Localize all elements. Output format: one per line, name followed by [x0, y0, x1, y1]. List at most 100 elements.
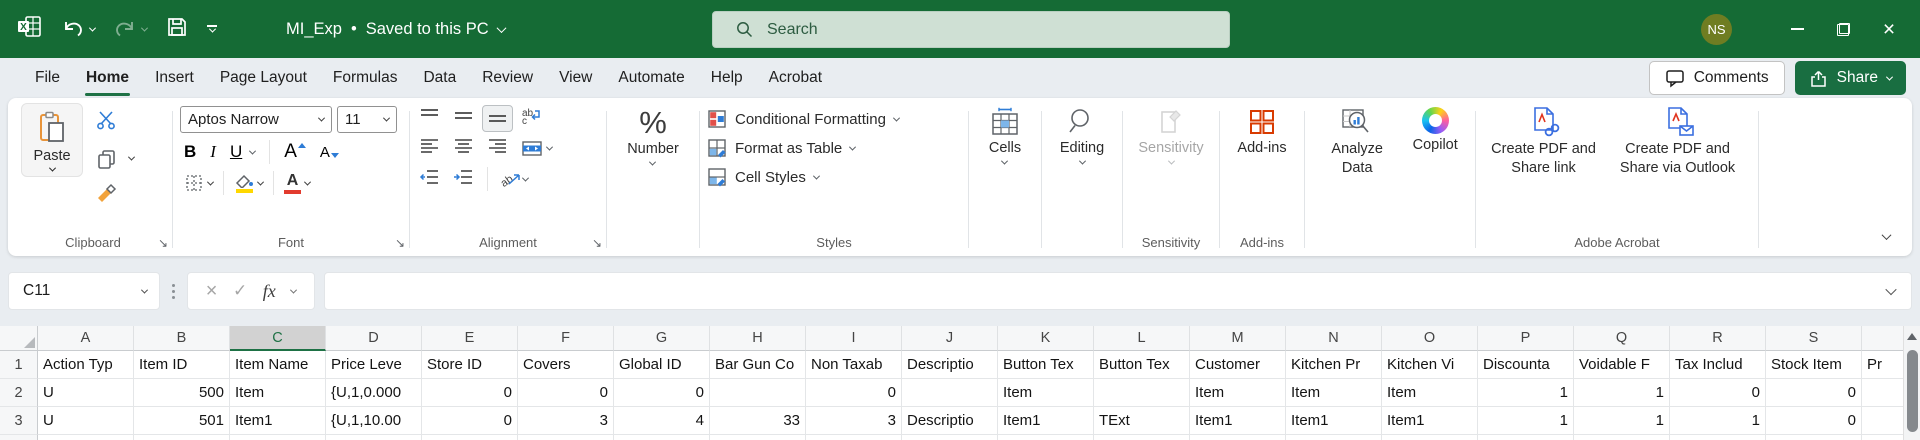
cell-I[interactable] [806, 435, 902, 440]
underline-dropdown-icon[interactable] [249, 147, 256, 154]
share-button[interactable]: Share [1795, 61, 1906, 95]
cell-L2[interactable] [1094, 379, 1190, 407]
tab-review[interactable]: Review [469, 58, 546, 98]
tab-formulas[interactable]: Formulas [320, 58, 411, 98]
cell-B[interactable] [134, 435, 230, 440]
cell-C[interactable] [230, 435, 326, 440]
cell-L3[interactable]: TExt [1094, 407, 1190, 435]
cell-L1[interactable]: Button Tex [1094, 351, 1190, 379]
save-button[interactable] [165, 15, 189, 44]
avatar[interactable]: NS [1701, 14, 1732, 45]
expand-formula-bar-icon[interactable] [1885, 284, 1896, 295]
cell-F[interactable] [518, 435, 614, 440]
cell-N[interactable] [1286, 435, 1382, 440]
column-header-J[interactable]: J [902, 326, 998, 351]
tab-home[interactable]: Home [73, 58, 142, 98]
cell-I1[interactable]: Non Taxab [806, 351, 902, 379]
cell-J1[interactable]: Descriptio [902, 351, 998, 379]
cell-Q2[interactable]: 1 [1574, 379, 1670, 407]
cell-M[interactable] [1190, 435, 1286, 440]
cell-D2[interactable]: {U,1,0.000 [326, 379, 422, 407]
align-top-button[interactable] [419, 108, 440, 129]
create-pdf-share-link-button[interactable]: Create PDF and Share link [1483, 103, 1604, 178]
row-header-2[interactable]: 2 [0, 379, 38, 407]
tab-view[interactable]: View [546, 58, 605, 98]
cell-M1[interactable]: Customer [1190, 351, 1286, 379]
column-header-H[interactable]: H [710, 326, 806, 351]
cell-G3[interactable]: 4 [614, 407, 710, 435]
cell-P3[interactable]: 1 [1478, 407, 1574, 435]
analyze-data-button[interactable]: Analyze Data [1322, 103, 1392, 178]
name-box-resize-handle[interactable] [172, 290, 175, 293]
cell-G1[interactable]: Global ID [614, 351, 710, 379]
column-header-N[interactable]: N [1286, 326, 1382, 351]
column-header-G[interactable]: G [614, 326, 710, 351]
font-size-select[interactable]: 11 [337, 106, 397, 133]
column-header-Q[interactable]: Q [1574, 326, 1670, 351]
column-header-K[interactable]: K [998, 326, 1094, 351]
alignment-dialog-launcher-icon[interactable]: ↘ [592, 237, 602, 249]
conditional-formatting-button[interactable]: Conditional Formatting [707, 109, 899, 129]
cell-P[interactable] [1478, 435, 1574, 440]
undo-button[interactable] [61, 17, 95, 41]
restore-button[interactable] [1820, 0, 1866, 58]
tab-help[interactable]: Help [698, 58, 756, 98]
copilot-button[interactable]: Copilot [1413, 103, 1458, 153]
row-header-partial[interactable] [0, 435, 38, 440]
comments-button[interactable]: Comments [1649, 61, 1785, 95]
cell-styles-button[interactable]: Cell Styles [707, 167, 899, 187]
format-painter-button[interactable] [95, 181, 134, 209]
align-left-button[interactable] [419, 138, 440, 159]
cell-I2[interactable]: 0 [806, 379, 902, 407]
cell-G2[interactable]: 0 [614, 379, 710, 407]
font-color-button[interactable]: A [284, 173, 310, 194]
align-middle-button[interactable] [453, 108, 474, 129]
formula-input[interactable] [324, 272, 1912, 310]
cell-C3[interactable]: Item1 [230, 407, 326, 435]
cell-E3[interactable]: 0 [422, 407, 518, 435]
create-pdf-share-outlook-button[interactable]: Create PDF and Share via Outlook [1604, 103, 1751, 178]
column-header-L[interactable]: L [1094, 326, 1190, 351]
enter-icon[interactable]: ✓ [233, 281, 247, 301]
cell-P1[interactable]: Discounta [1478, 351, 1574, 379]
cell-Q[interactable] [1574, 435, 1670, 440]
minimize-button[interactable] [1774, 0, 1820, 58]
column-header-E[interactable]: E [422, 326, 518, 351]
column-header-B[interactable]: B [134, 326, 230, 351]
tab-acrobat[interactable]: Acrobat [756, 58, 835, 98]
cell-S3[interactable]: 0 [1766, 407, 1862, 435]
cell-C2[interactable]: Item [230, 379, 326, 407]
cell-E1[interactable]: Store ID [422, 351, 518, 379]
font-dialog-launcher-icon[interactable]: ↘ [395, 237, 405, 249]
cell-N1[interactable]: Kitchen Pr [1286, 351, 1382, 379]
search-input[interactable]: Search [712, 11, 1230, 48]
cell-R2[interactable]: 0 [1670, 379, 1766, 407]
format-as-table-button[interactable]: Format as Table [707, 138, 899, 158]
cell-G[interactable] [614, 435, 710, 440]
align-right-button[interactable] [487, 138, 508, 159]
tab-data[interactable]: Data [410, 58, 469, 98]
select-all-corner[interactable] [0, 326, 38, 351]
collapse-ribbon-icon[interactable] [1882, 230, 1892, 240]
cell-H3[interactable]: 33 [710, 407, 806, 435]
cell-N2[interactable]: Item [1286, 379, 1382, 407]
redo-button[interactable] [113, 17, 147, 41]
title-dropdown-icon[interactable] [496, 23, 506, 33]
tab-automate[interactable]: Automate [605, 58, 697, 98]
cell-D1[interactable]: Price Leve [326, 351, 422, 379]
cell-K3[interactable]: Item1 [998, 407, 1094, 435]
cell-B1[interactable]: Item ID [134, 351, 230, 379]
customize-qat-button[interactable] [207, 25, 217, 33]
cell-M2[interactable]: Item [1190, 379, 1286, 407]
row-header-3[interactable]: 3 [0, 407, 38, 435]
font-name-select[interactable]: Aptos Narrow [180, 106, 332, 133]
cell-M3[interactable]: Item1 [1190, 407, 1286, 435]
cell-A[interactable] [38, 435, 134, 440]
cell-I3[interactable]: 3 [806, 407, 902, 435]
cell-E[interactable] [422, 435, 518, 440]
cut-button[interactable] [95, 109, 134, 136]
borders-button[interactable] [184, 173, 213, 193]
cell-A3[interactable]: U [38, 407, 134, 435]
increase-indent-button[interactable] [453, 169, 474, 190]
cell-H2[interactable] [710, 379, 806, 407]
